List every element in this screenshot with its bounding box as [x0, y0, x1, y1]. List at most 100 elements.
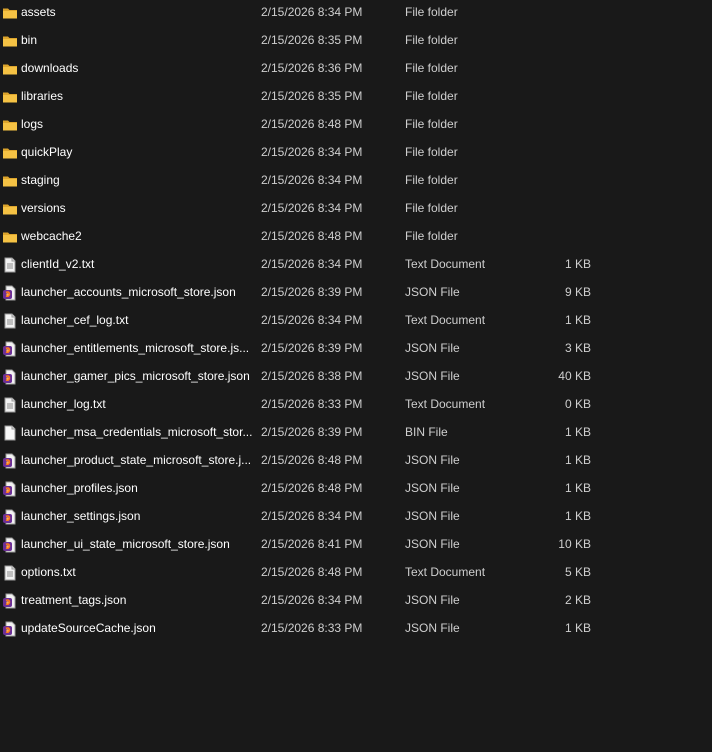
folder-icon [2, 117, 18, 133]
file-type: File folder [405, 61, 458, 75]
folder-icon [2, 61, 18, 77]
json-file-icon [2, 593, 18, 609]
file-row[interactable]: launcher_gamer_pics_microsoft_store.json… [0, 364, 712, 392]
file-type: File folder [405, 201, 458, 215]
file-name: versions [21, 201, 66, 215]
file-type: JSON File [405, 593, 460, 607]
file-date-modified: 2/15/2026 8:34 PM [261, 257, 363, 271]
file-row[interactable]: staging 2/15/2026 8:34 PM File folder [0, 168, 712, 196]
folder-icon [2, 201, 18, 217]
file-row[interactable]: quickPlay 2/15/2026 8:34 PM File folder [0, 140, 712, 168]
file-row[interactable]: launcher_cef_log.txt 2/15/2026 8:34 PM T… [0, 308, 712, 336]
file-row[interactable]: logs 2/15/2026 8:48 PM File folder [0, 112, 712, 140]
file-size: 0 KB [564, 397, 591, 411]
file-date-modified: 2/15/2026 8:39 PM [261, 425, 363, 439]
json-file-icon [2, 285, 18, 301]
file-row[interactable]: launcher_entitlements_microsoft_store.js… [0, 336, 712, 364]
file-type: File folder [405, 145, 458, 159]
file-size: 1 KB [564, 425, 591, 439]
file-date-modified: 2/15/2026 8:34 PM [261, 145, 363, 159]
file-type: File folder [405, 5, 458, 19]
file-name: launcher_entitlements_microsoft_store.js… [21, 341, 250, 355]
file-row[interactable]: launcher_profiles.json 2/15/2026 8:48 PM… [0, 476, 712, 504]
json-file-icon [2, 509, 18, 525]
file-row[interactable]: launcher_product_state_microsoft_store.j… [0, 448, 712, 476]
json-file-icon [2, 341, 18, 357]
file-name: launcher_gamer_pics_microsoft_store.json [21, 369, 250, 383]
file-row[interactable]: updateSourceCache.json 2/15/2026 8:33 PM… [0, 616, 712, 644]
file-type: Text Document [405, 257, 486, 271]
json-file-icon [2, 621, 18, 637]
file-row[interactable]: launcher_settings.json 2/15/2026 8:34 PM… [0, 504, 712, 532]
file-name: launcher_log.txt [21, 397, 106, 411]
text-document-icon [2, 257, 18, 273]
file-row[interactable]: launcher_msa_credentials_microsoft_stor.… [0, 420, 712, 448]
text-document-icon [2, 397, 18, 413]
file-row[interactable]: treatment_tags.json 2/15/2026 8:34 PM JS… [0, 588, 712, 616]
file-date-modified: 2/15/2026 8:33 PM [261, 397, 363, 411]
file-size: 1 KB [564, 621, 591, 635]
folder-icon [2, 33, 18, 49]
file-date-modified: 2/15/2026 8:48 PM [261, 453, 363, 467]
file-size: 5 KB [564, 565, 591, 579]
file-row[interactable]: launcher_log.txt 2/15/2026 8:33 PM Text … [0, 392, 712, 420]
file-name: bin [21, 33, 38, 47]
file-name: options.txt [21, 565, 76, 579]
file-type: BIN File [405, 425, 448, 439]
file-name: logs [21, 117, 44, 131]
file-row[interactable]: downloads 2/15/2026 8:36 PM File folder [0, 56, 712, 84]
file-name: downloads [21, 61, 79, 75]
text-document-icon [2, 565, 18, 581]
file-type: File folder [405, 33, 458, 47]
file-size: 2 KB [564, 593, 591, 607]
folder-icon [2, 145, 18, 161]
folder-icon [2, 229, 18, 245]
file-row[interactable]: options.txt 2/15/2026 8:48 PM Text Docum… [0, 560, 712, 588]
file-size: 1 KB [564, 509, 591, 523]
file-row[interactable]: libraries 2/15/2026 8:35 PM File folder [0, 84, 712, 112]
file-type: JSON File [405, 285, 460, 299]
json-file-icon [2, 453, 18, 469]
file-type: JSON File [405, 369, 460, 383]
file-date-modified: 2/15/2026 8:48 PM [261, 565, 363, 579]
file-date-modified: 2/15/2026 8:48 PM [261, 481, 363, 495]
json-file-icon [2, 481, 18, 497]
file-type: File folder [405, 229, 458, 243]
file-size: 40 KB [558, 369, 591, 383]
file-date-modified: 2/15/2026 8:38 PM [261, 369, 363, 383]
file-type: JSON File [405, 341, 460, 355]
file-row[interactable]: launcher_accounts_microsoft_store.json 2… [0, 280, 712, 308]
file-row[interactable]: launcher_ui_state_microsoft_store.json 2… [0, 532, 712, 560]
file-row[interactable]: bin 2/15/2026 8:35 PM File folder [0, 28, 712, 56]
file-row[interactable]: assets 2/15/2026 8:34 PM File folder [0, 0, 712, 28]
file-row[interactable]: clientId_v2.txt 2/15/2026 8:34 PM Text D… [0, 252, 712, 280]
file-size: 10 KB [558, 537, 591, 551]
file-date-modified: 2/15/2026 8:35 PM [261, 33, 363, 47]
file-name: libraries [21, 89, 64, 103]
file-name: updateSourceCache.json [21, 621, 156, 635]
file-type: JSON File [405, 481, 460, 495]
folder-icon [2, 89, 18, 105]
file-name: clientId_v2.txt [21, 257, 95, 271]
file-size: 9 KB [564, 285, 591, 299]
file-type: JSON File [405, 453, 460, 467]
file-row[interactable]: webcache2 2/15/2026 8:48 PM File folder [0, 224, 712, 252]
file-row[interactable]: versions 2/15/2026 8:34 PM File folder [0, 196, 712, 224]
file-date-modified: 2/15/2026 8:34 PM [261, 173, 363, 187]
file-type: Text Document [405, 397, 486, 411]
file-date-modified: 2/15/2026 8:35 PM [261, 89, 363, 103]
file-size: 1 KB [564, 481, 591, 495]
folder-icon [2, 5, 18, 21]
file-date-modified: 2/15/2026 8:39 PM [261, 285, 363, 299]
file-date-modified: 2/15/2026 8:48 PM [261, 229, 363, 243]
file-date-modified: 2/15/2026 8:48 PM [261, 117, 363, 131]
file-name: quickPlay [21, 145, 73, 159]
file-date-modified: 2/15/2026 8:34 PM [261, 593, 363, 607]
file-date-modified: 2/15/2026 8:34 PM [261, 201, 363, 215]
file-name: launcher_ui_state_microsoft_store.json [21, 537, 230, 551]
file-type: File folder [405, 117, 458, 131]
file-type: File folder [405, 173, 458, 187]
file-date-modified: 2/15/2026 8:34 PM [261, 509, 363, 523]
text-document-icon [2, 313, 18, 329]
file-name: launcher_product_state_microsoft_store.j… [21, 453, 252, 467]
